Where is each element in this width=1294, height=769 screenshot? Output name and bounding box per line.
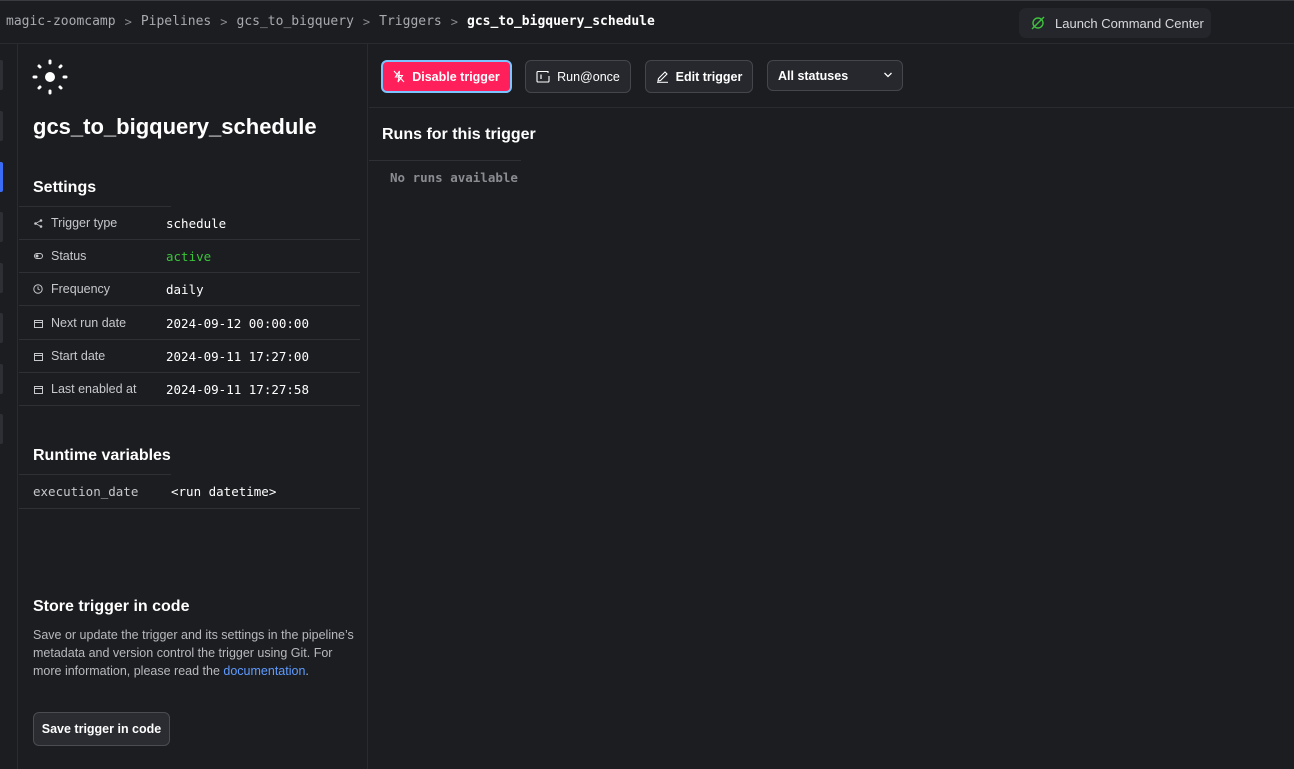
chevron-right-icon: >: [362, 14, 371, 29]
setting-row-start-date: Start date 2024-09-11 17:27:00: [19, 340, 360, 373]
divider: [369, 160, 521, 161]
sun-icon: [32, 59, 68, 95]
status-filter-value: All statuses: [778, 68, 849, 83]
launch-command-center-button[interactable]: Launch Command Center: [1019, 8, 1211, 38]
main-content: Disable trigger Run@once Edit trigger Al…: [369, 44, 1294, 769]
runtime-variables-heading: Runtime variables: [33, 447, 171, 464]
nav-item[interactable]: [0, 212, 3, 242]
documentation-link[interactable]: documentation: [223, 664, 305, 678]
nav-item[interactable]: [0, 313, 3, 343]
runs-heading: Runs for this trigger: [382, 126, 536, 143]
setting-label: Last enabled at: [51, 382, 137, 396]
save-trigger-in-code-button[interactable]: Save trigger in code: [33, 712, 170, 746]
chevron-right-icon: >: [124, 14, 132, 29]
nav-item[interactable]: [0, 263, 3, 293]
command-center-label: Launch Command Center: [1055, 15, 1204, 31]
nav-item[interactable]: [0, 60, 3, 90]
setting-label: Frequency: [51, 282, 111, 296]
setting-row-trigger-type: Trigger type schedule: [19, 207, 360, 240]
status-value: active: [166, 248, 212, 264]
setting-value: daily: [166, 281, 204, 297]
breadcrumb-triggers[interactable]: Triggers: [379, 14, 442, 29]
no-lightning-icon: [393, 70, 405, 83]
disable-trigger-button[interactable]: Disable trigger: [381, 60, 512, 93]
run-icon: [536, 70, 550, 83]
setting-row-status: Status active: [19, 240, 360, 273]
breadcrumb-current: gcs_to_bigquery_schedule: [467, 14, 655, 29]
run-once-label: Run@once: [557, 69, 620, 84]
run-once-button[interactable]: Run@once: [525, 60, 631, 93]
trigger-toolbar: Disable trigger Run@once Edit trigger Al…: [369, 44, 1294, 108]
calendar-icon: [33, 384, 43, 394]
setting-value: 2024-09-12 00:00:00: [166, 315, 309, 331]
settings-heading: Settings: [33, 179, 97, 196]
nav-item[interactable]: [0, 364, 3, 394]
breadcrumb: magic-zoomcamp > Pipelines > gcs_to_bigq…: [6, 14, 655, 29]
runtime-variable-row: execution_date <run datetime>: [19, 475, 360, 509]
share-icon: [33, 218, 43, 228]
chevron-right-icon: >: [220, 14, 228, 29]
trigger-settings-panel: gcs_to_bigquery_schedule Settings Trigge…: [19, 44, 368, 769]
breadcrumb-pipeline[interactable]: gcs_to_bigquery: [237, 14, 354, 29]
setting-row-frequency: Frequency daily: [19, 273, 360, 306]
runtime-variable-value: <run datetime>: [171, 484, 277, 499]
disable-trigger-label: Disable trigger: [412, 69, 500, 84]
status-filter-select[interactable]: All statuses: [767, 60, 903, 91]
setting-value: 2024-09-11 17:27:58: [166, 381, 309, 397]
empty-runs-message: No runs available: [390, 170, 518, 185]
setting-value: 2024-09-11 17:27:00: [166, 348, 309, 364]
store-trigger-heading: Store trigger in code: [33, 598, 190, 615]
setting-label: Status: [51, 249, 87, 263]
clock-icon: [33, 284, 43, 294]
left-nav-strip: [0, 44, 18, 769]
chevron-right-icon: >: [450, 14, 458, 29]
top-bar: magic-zoomcamp > Pipelines > gcs_to_bigq…: [0, 0, 1294, 44]
nav-item[interactable]: [0, 111, 3, 141]
setting-row-last-enabled: Last enabled at 2024-09-11 17:27:58: [19, 373, 360, 406]
pencil-icon: [656, 71, 668, 83]
calendar-icon: [33, 351, 43, 361]
setting-label: Start date: [51, 349, 106, 363]
chevron-down-icon: [884, 72, 892, 78]
runtime-variable-key: execution_date: [33, 484, 139, 499]
edit-trigger-button[interactable]: Edit trigger: [645, 60, 753, 93]
edit-trigger-label: Edit trigger: [675, 69, 743, 84]
rocket-icon: [1031, 16, 1045, 30]
nav-item-active[interactable]: [0, 162, 3, 192]
setting-label: Trigger type: [51, 216, 118, 230]
setting-label: Next run date: [51, 316, 127, 330]
toggle-icon: [33, 251, 43, 261]
breadcrumb-pipelines[interactable]: Pipelines: [141, 14, 211, 29]
calendar-icon: [33, 318, 43, 328]
nav-item[interactable]: [0, 414, 3, 444]
setting-value: schedule: [166, 215, 227, 231]
breadcrumb-project[interactable]: magic-zoomcamp: [6, 14, 116, 29]
setting-row-next-run-date: Next run date 2024-09-12 00:00:00: [19, 307, 360, 340]
store-trigger-description: Save or update the trigger and its setti…: [33, 628, 354, 678]
trigger-title: gcs_to_bigquery_schedule: [33, 114, 317, 139]
